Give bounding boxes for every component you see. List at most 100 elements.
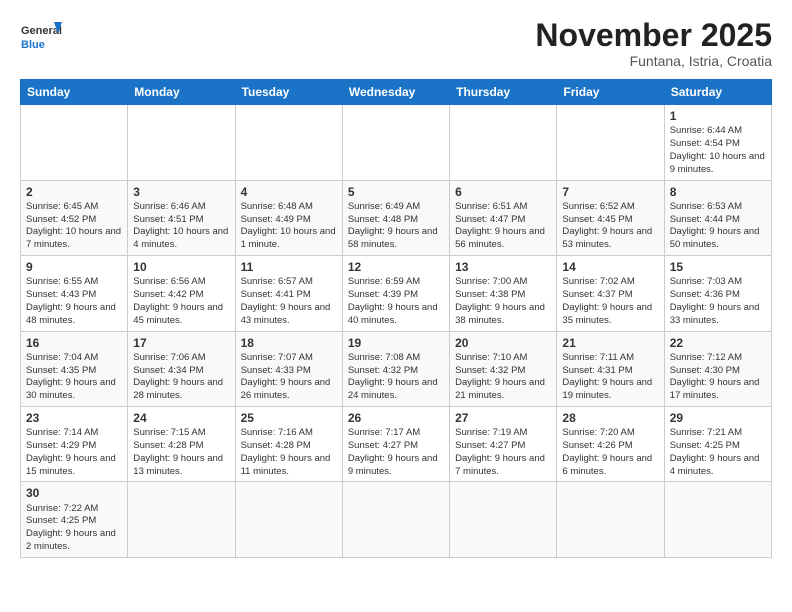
day-info: Sunrise: 7:10 AM Sunset: 4:32 PM Dayligh… — [455, 352, 551, 403]
week-row-2: 2Sunrise: 6:45 AM Sunset: 4:52 PM Daylig… — [21, 180, 772, 255]
day-info: Sunrise: 7:17 AM Sunset: 4:27 PM Dayligh… — [348, 427, 444, 478]
day-cell: 29Sunrise: 7:21 AM Sunset: 4:25 PM Dayli… — [664, 406, 771, 481]
page: General Blue November 2025 Funtana, Istr… — [0, 0, 792, 568]
day-cell: 8Sunrise: 6:53 AM Sunset: 4:44 PM Daylig… — [664, 180, 771, 255]
day-cell: 26Sunrise: 7:17 AM Sunset: 4:27 PM Dayli… — [342, 406, 449, 481]
day-number: 20 — [455, 335, 551, 351]
day-number: 11 — [241, 259, 337, 275]
day-info: Sunrise: 6:53 AM Sunset: 4:44 PM Dayligh… — [670, 201, 766, 252]
week-row-1: 1Sunrise: 6:44 AM Sunset: 4:54 PM Daylig… — [21, 105, 772, 180]
subtitle: Funtana, Istria, Croatia — [535, 53, 772, 69]
generalblue-logo-icon: General Blue — [20, 18, 62, 60]
day-cell: 13Sunrise: 7:00 AM Sunset: 4:38 PM Dayli… — [450, 256, 557, 331]
day-info: Sunrise: 7:21 AM Sunset: 4:25 PM Dayligh… — [670, 427, 766, 478]
day-info: Sunrise: 7:11 AM Sunset: 4:31 PM Dayligh… — [562, 352, 658, 403]
day-cell: 6Sunrise: 6:51 AM Sunset: 4:47 PM Daylig… — [450, 180, 557, 255]
weekday-thursday: Thursday — [450, 80, 557, 105]
day-cell: 19Sunrise: 7:08 AM Sunset: 4:32 PM Dayli… — [342, 331, 449, 406]
day-info: Sunrise: 7:22 AM Sunset: 4:25 PM Dayligh… — [26, 503, 122, 554]
day-info: Sunrise: 7:06 AM Sunset: 4:34 PM Dayligh… — [133, 352, 229, 403]
day-cell: 2Sunrise: 6:45 AM Sunset: 4:52 PM Daylig… — [21, 180, 128, 255]
day-cell: 3Sunrise: 6:46 AM Sunset: 4:51 PM Daylig… — [128, 180, 235, 255]
day-cell — [128, 105, 235, 180]
day-cell: 18Sunrise: 7:07 AM Sunset: 4:33 PM Dayli… — [235, 331, 342, 406]
logo: General Blue — [20, 18, 62, 60]
day-info: Sunrise: 7:04 AM Sunset: 4:35 PM Dayligh… — [26, 352, 122, 403]
weekday-tuesday: Tuesday — [235, 80, 342, 105]
day-number: 4 — [241, 184, 337, 200]
day-number: 10 — [133, 259, 229, 275]
day-number: 19 — [348, 335, 444, 351]
day-info: Sunrise: 7:14 AM Sunset: 4:29 PM Dayligh… — [26, 427, 122, 478]
day-cell — [557, 482, 664, 557]
day-info: Sunrise: 7:08 AM Sunset: 4:32 PM Dayligh… — [348, 352, 444, 403]
day-cell: 14Sunrise: 7:02 AM Sunset: 4:37 PM Dayli… — [557, 256, 664, 331]
day-number: 2 — [26, 184, 122, 200]
day-cell: 15Sunrise: 7:03 AM Sunset: 4:36 PM Dayli… — [664, 256, 771, 331]
day-number: 16 — [26, 335, 122, 351]
day-cell: 28Sunrise: 7:20 AM Sunset: 4:26 PM Dayli… — [557, 406, 664, 481]
day-number: 21 — [562, 335, 658, 351]
svg-text:Blue: Blue — [21, 39, 45, 51]
day-info: Sunrise: 7:16 AM Sunset: 4:28 PM Dayligh… — [241, 427, 337, 478]
day-number: 6 — [455, 184, 551, 200]
day-cell: 24Sunrise: 7:15 AM Sunset: 4:28 PM Dayli… — [128, 406, 235, 481]
day-info: Sunrise: 6:59 AM Sunset: 4:39 PM Dayligh… — [348, 276, 444, 327]
day-info: Sunrise: 6:49 AM Sunset: 4:48 PM Dayligh… — [348, 201, 444, 252]
day-cell: 25Sunrise: 7:16 AM Sunset: 4:28 PM Dayli… — [235, 406, 342, 481]
day-number: 25 — [241, 410, 337, 426]
day-cell: 1Sunrise: 6:44 AM Sunset: 4:54 PM Daylig… — [664, 105, 771, 180]
day-cell — [342, 482, 449, 557]
day-cell — [235, 105, 342, 180]
day-cell — [21, 105, 128, 180]
weekday-sunday: Sunday — [21, 80, 128, 105]
week-row-4: 16Sunrise: 7:04 AM Sunset: 4:35 PM Dayli… — [21, 331, 772, 406]
day-cell: 4Sunrise: 6:48 AM Sunset: 4:49 PM Daylig… — [235, 180, 342, 255]
day-cell — [128, 482, 235, 557]
day-info: Sunrise: 7:00 AM Sunset: 4:38 PM Dayligh… — [455, 276, 551, 327]
day-number: 12 — [348, 259, 444, 275]
day-cell: 9Sunrise: 6:55 AM Sunset: 4:43 PM Daylig… — [21, 256, 128, 331]
day-cell: 20Sunrise: 7:10 AM Sunset: 4:32 PM Dayli… — [450, 331, 557, 406]
day-number: 30 — [26, 485, 122, 501]
day-info: Sunrise: 6:56 AM Sunset: 4:42 PM Dayligh… — [133, 276, 229, 327]
day-number: 7 — [562, 184, 658, 200]
day-info: Sunrise: 6:57 AM Sunset: 4:41 PM Dayligh… — [241, 276, 337, 327]
header: General Blue November 2025 Funtana, Istr… — [20, 18, 772, 69]
day-info: Sunrise: 6:45 AM Sunset: 4:52 PM Dayligh… — [26, 201, 122, 252]
day-number: 28 — [562, 410, 658, 426]
day-cell: 7Sunrise: 6:52 AM Sunset: 4:45 PM Daylig… — [557, 180, 664, 255]
day-info: Sunrise: 7:15 AM Sunset: 4:28 PM Dayligh… — [133, 427, 229, 478]
day-cell: 27Sunrise: 7:19 AM Sunset: 4:27 PM Dayli… — [450, 406, 557, 481]
day-cell — [235, 482, 342, 557]
day-number: 27 — [455, 410, 551, 426]
day-info: Sunrise: 7:20 AM Sunset: 4:26 PM Dayligh… — [562, 427, 658, 478]
day-info: Sunrise: 6:55 AM Sunset: 4:43 PM Dayligh… — [26, 276, 122, 327]
day-cell: 17Sunrise: 7:06 AM Sunset: 4:34 PM Dayli… — [128, 331, 235, 406]
day-cell: 11Sunrise: 6:57 AM Sunset: 4:41 PM Dayli… — [235, 256, 342, 331]
day-number: 22 — [670, 335, 766, 351]
week-row-6: 30 Sunrise: 7:22 AM Sunset: 4:25 PM Dayli… — [21, 482, 772, 557]
day-number: 5 — [348, 184, 444, 200]
day-info: Sunrise: 7:07 AM Sunset: 4:33 PM Dayligh… — [241, 352, 337, 403]
weekday-wednesday: Wednesday — [342, 80, 449, 105]
day-info: Sunrise: 6:52 AM Sunset: 4:45 PM Dayligh… — [562, 201, 658, 252]
day-cell — [450, 105, 557, 180]
week-row-3: 9Sunrise: 6:55 AM Sunset: 4:43 PM Daylig… — [21, 256, 772, 331]
day-cell: 30 Sunrise: 7:22 AM Sunset: 4:25 PM Dayli… — [21, 482, 128, 557]
weekday-monday: Monday — [128, 80, 235, 105]
week-row-5: 23Sunrise: 7:14 AM Sunset: 4:29 PM Dayli… — [21, 406, 772, 481]
day-cell — [342, 105, 449, 180]
day-number: 26 — [348, 410, 444, 426]
day-cell: 23Sunrise: 7:14 AM Sunset: 4:29 PM Dayli… — [21, 406, 128, 481]
day-cell: 21Sunrise: 7:11 AM Sunset: 4:31 PM Dayli… — [557, 331, 664, 406]
day-info: Sunrise: 7:02 AM Sunset: 4:37 PM Dayligh… — [562, 276, 658, 327]
day-info: Sunrise: 7:19 AM Sunset: 4:27 PM Dayligh… — [455, 427, 551, 478]
calendar-table: SundayMondayTuesdayWednesdayThursdayFrid… — [20, 79, 772, 558]
weekday-friday: Friday — [557, 80, 664, 105]
day-number: 3 — [133, 184, 229, 200]
title-block: November 2025 Funtana, Istria, Croatia — [535, 18, 772, 69]
day-cell: 5Sunrise: 6:49 AM Sunset: 4:48 PM Daylig… — [342, 180, 449, 255]
day-number: 23 — [26, 410, 122, 426]
day-cell: 22Sunrise: 7:12 AM Sunset: 4:30 PM Dayli… — [664, 331, 771, 406]
